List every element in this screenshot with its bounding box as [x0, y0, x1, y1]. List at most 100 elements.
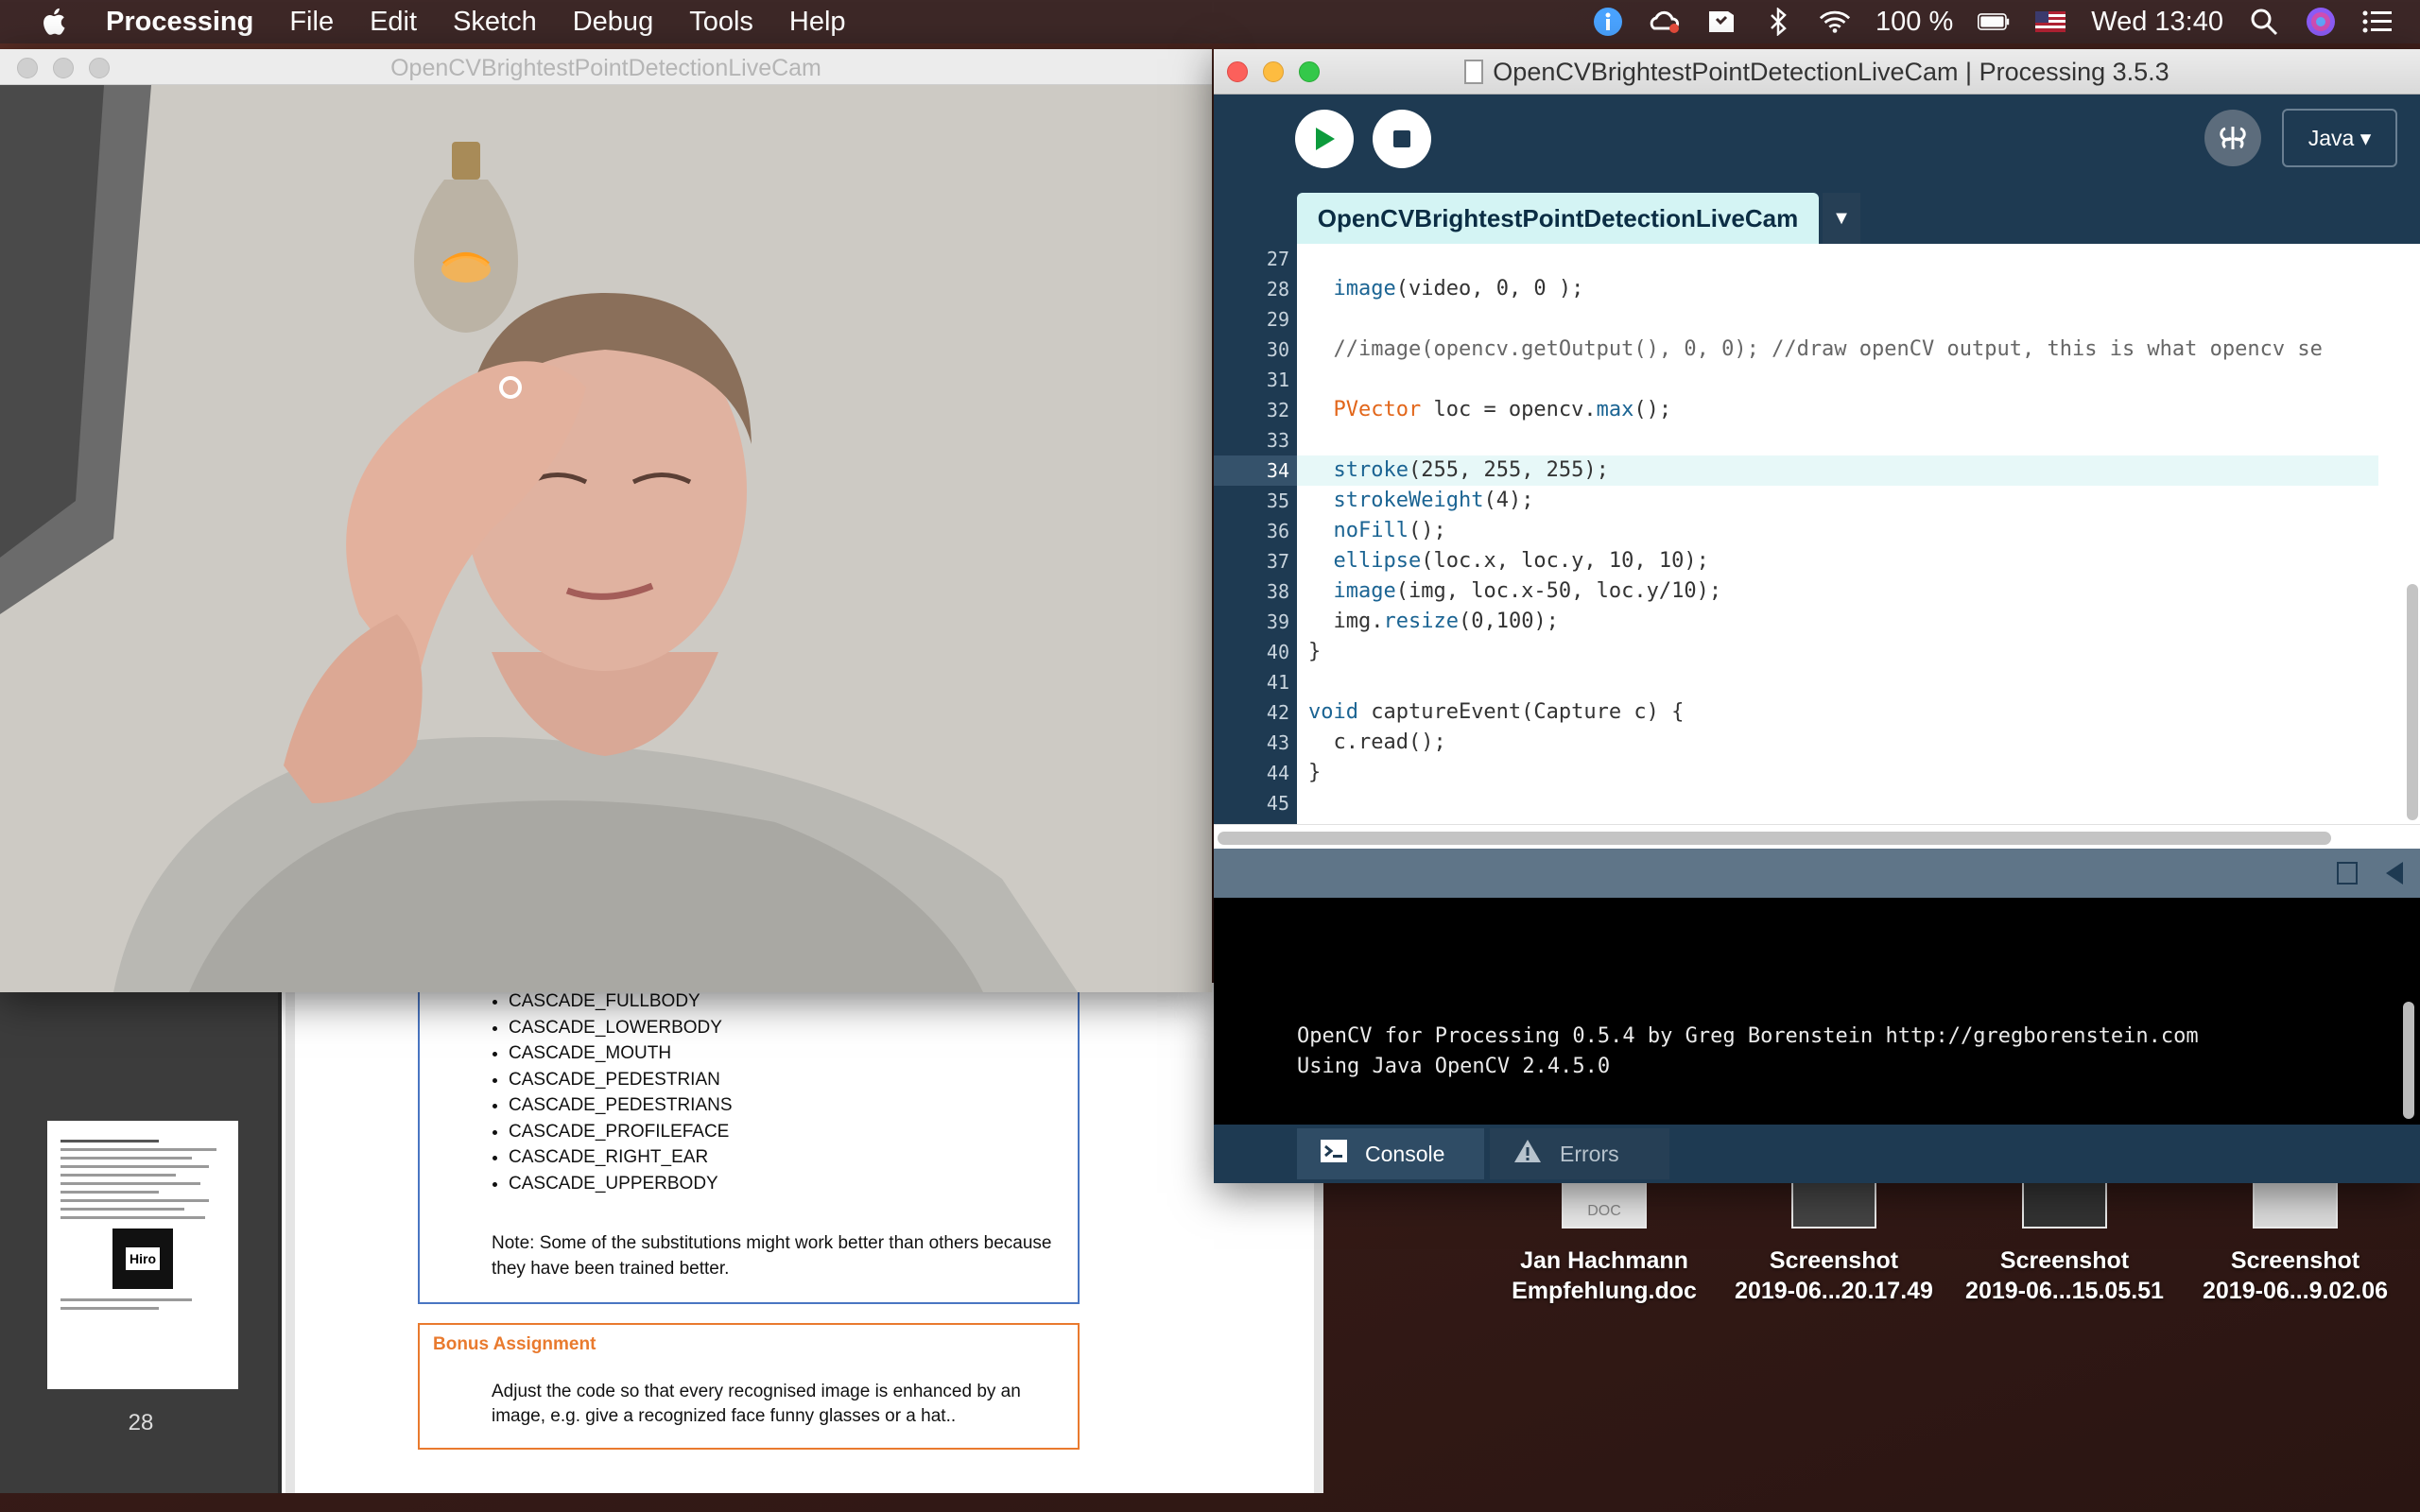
info-icon[interactable]: [1592, 6, 1624, 38]
status-menu-area: 100 % Wed 13:40: [1592, 0, 2394, 43]
spotlight-search-icon[interactable]: [2248, 6, 2280, 38]
editor-vertical-scrollbar[interactable]: [2378, 244, 2420, 824]
list-item: CASCADE_PEDESTRIAN: [509, 1067, 733, 1093]
butterfly-debug-icon: [2220, 127, 2246, 149]
battery-percent[interactable]: 100 %: [1876, 7, 1953, 38]
wifi-icon[interactable]: [1819, 6, 1851, 38]
battery-icon[interactable]: [1978, 6, 2010, 38]
menu-edit[interactable]: Edit: [370, 7, 417, 38]
tab-errors[interactable]: Errors: [1490, 1128, 1669, 1179]
code-line[interactable]: 33: [1214, 425, 2378, 455]
code-line[interactable]: 29: [1214, 304, 2378, 335]
run-button[interactable]: [1295, 110, 1354, 168]
code-line[interactable]: 41: [1214, 667, 2378, 697]
bluetooth-icon[interactable]: [1762, 6, 1794, 38]
code-line[interactable]: 44}: [1214, 758, 2378, 788]
code-line[interactable]: 43 c.read();: [1214, 728, 2378, 758]
code-line[interactable]: 28 image(video, 0, 0 );: [1214, 274, 2378, 304]
ide-toolbar: Java ▾: [1214, 94, 2420, 168]
notification-center-icon[interactable]: [2361, 6, 2394, 38]
desktop-file-screenshot-1[interactable]: Screenshot 2019-06...20.17.49: [1725, 1172, 1943, 1306]
menu-sketch[interactable]: Sketch: [453, 7, 537, 38]
code-line-current[interactable]: 34 stroke(255, 255, 255);: [1214, 455, 2378, 486]
code-line[interactable]: 31: [1214, 365, 2378, 395]
console-line: OpenCV for Processing 0.5.4 by Greg Bore…: [1297, 1024, 2199, 1048]
hiro-marker-thumbnail: Hiro: [112, 1228, 173, 1289]
pdf-page-number: 28: [128, 1410, 154, 1435]
drive-sync-icon[interactable]: [1705, 6, 1737, 38]
bonus-assignment-box: Bonus Assignment Adjust the code so that…: [418, 1323, 1080, 1450]
list-item: CASCADE_PROFILEFACE: [509, 1119, 733, 1145]
processing-ide-window[interactable]: OpenCVBrightestPointDetectionLiveCam | P…: [1214, 49, 2420, 1183]
sketch-window-titlebar[interactable]: OpenCVBrightestPointDetectionLiveCam: [0, 49, 1212, 85]
pdf-document-area: CASCADE_FULLBODY CASCADE_LOWERBODY CASCA…: [285, 983, 1323, 1493]
code-line[interactable]: 32 PVector loc = opencv.max();: [1214, 395, 2378, 425]
tab-menu-button[interactable]: ▼: [1823, 193, 1860, 244]
siri-icon[interactable]: [2305, 6, 2337, 38]
document-icon: [1464, 60, 1484, 84]
list-item: CASCADE_MOUTH: [509, 1040, 733, 1067]
list-item: CASCADE_UPPERBODY: [509, 1171, 733, 1197]
note-text: Note: Some of the substitutions might wo…: [492, 1233, 1052, 1279]
us-flag-icon[interactable]: [2034, 6, 2066, 38]
desktop-file-screenshot-2[interactable]: Screenshot 2019-06...15.05.51: [1956, 1172, 2173, 1306]
warning-icon: [1512, 1138, 1543, 1170]
console-output[interactable]: OpenCV for Processing 0.5.4 by Greg Bore…: [1214, 898, 2420, 1125]
webcam-scene: [0, 85, 1212, 992]
pdf-page: CASCADE_FULLBODY CASCADE_LOWERBODY CASCA…: [295, 983, 1314, 1493]
menu-debug[interactable]: Debug: [573, 7, 653, 38]
creative-cloud-icon[interactable]: [1649, 6, 1681, 38]
webcam-video-frame: [0, 85, 1212, 992]
play-icon: [1316, 128, 1335, 150]
sketch-window-title: OpenCVBrightestPointDetectionLiveCam: [390, 55, 821, 81]
menu-tools[interactable]: Tools: [689, 7, 753, 38]
bonus-text: Adjust the code so that every recognised…: [492, 1382, 1021, 1426]
stop-button[interactable]: [1373, 110, 1431, 168]
code-line[interactable]: 38 image(img, loc.x-50, loc.y/10);: [1214, 576, 2378, 607]
console-line: Using Java OpenCV 2.4.5.0: [1297, 1055, 1611, 1078]
app-menu[interactable]: Processing: [106, 7, 253, 38]
tab-sketch-main[interactable]: OpenCVBrightestPointDetectionLiveCam: [1297, 193, 1819, 244]
mode-selector[interactable]: Java ▾: [2282, 109, 2397, 167]
menu-help[interactable]: Help: [789, 7, 846, 38]
menu-bar: Processing File Edit Sketch Debug Tools …: [0, 0, 2420, 43]
list-item: CASCADE_FULLBODY: [509, 988, 733, 1015]
ide-titlebar[interactable]: OpenCVBrightestPointDetectionLiveCam | P…: [1214, 49, 2420, 94]
terminal-icon: [1320, 1139, 1348, 1169]
desktop-file-screenshot-3[interactable]: Screenshot 2019-06...9.02.06: [2187, 1172, 2404, 1306]
code-line[interactable]: 35 strokeWeight(4);: [1214, 486, 2378, 516]
apple-menu-icon[interactable]: [38, 5, 72, 39]
desktop-file-doc[interactable]: DOC Jan Hachmann Empfehlung.doc: [1495, 1172, 1713, 1306]
code-line[interactable]: 37 ellipse(loc.x, loc.y, 10, 10);: [1214, 546, 2378, 576]
ide-window-title: OpenCVBrightestPointDetectionLiveCam | P…: [1214, 58, 2420, 87]
code-line[interactable]: 39 img.resize(0,100);: [1214, 607, 2378, 637]
cascade-list-box: CASCADE_FULLBODY CASCADE_LOWERBODY CASCA…: [418, 983, 1080, 1304]
code-line[interactable]: 36 noFill();: [1214, 516, 2378, 546]
code-editor[interactable]: 27 28 image(video, 0, 0 ); 29 30 //image…: [1214, 244, 2420, 850]
bonus-title: Bonus Assignment: [433, 1334, 596, 1354]
menu-file[interactable]: File: [289, 7, 334, 38]
sketch-tabs: OpenCVBrightestPointDetectionLiveCam ▼: [1214, 193, 2420, 244]
cascade-list: CASCADE_FULLBODY CASCADE_LOWERBODY CASCA…: [486, 988, 733, 1196]
debug-toggle-button[interactable]: [2204, 110, 2261, 166]
code-line[interactable]: 45: [1214, 788, 2378, 818]
menu-clock[interactable]: Wed 13:40: [2091, 7, 2223, 38]
tab-console[interactable]: Console: [1297, 1128, 1484, 1179]
list-item: CASCADE_LOWERBODY: [509, 1015, 733, 1041]
pdf-viewer-window: Hiro 28 CASCADE_FULLBODY CASCADE_LOWERBO…: [0, 983, 1323, 1493]
list-item: CASCADE_RIGHT_EAR: [509, 1144, 733, 1171]
code-line[interactable]: 27: [1214, 244, 2378, 274]
copy-icon[interactable]: [2337, 862, 2358, 885]
pdf-page-thumbnail[interactable]: Hiro: [47, 1121, 238, 1389]
code-line[interactable]: 30 //image(opencv.getOutput(), 0, 0); //…: [1214, 335, 2378, 365]
collapse-console-icon[interactable]: [2386, 862, 2403, 885]
list-item: CASCADE_PEDESTRIANS: [509, 1092, 733, 1119]
sketch-output-window[interactable]: OpenCVBrightestPointDetectionLiveCam: [0, 49, 1212, 992]
console-tab-bar: Console Errors: [1214, 1125, 2420, 1183]
editor-horizontal-scrollbar[interactable]: [1214, 824, 2420, 850]
stop-icon: [1393, 130, 1410, 147]
console-scrollbar[interactable]: [2403, 1002, 2414, 1119]
message-area: [1214, 849, 2420, 898]
code-line[interactable]: 42 void captureEvent(Capture c) {: [1214, 697, 2378, 728]
code-line[interactable]: 40}: [1214, 637, 2378, 667]
